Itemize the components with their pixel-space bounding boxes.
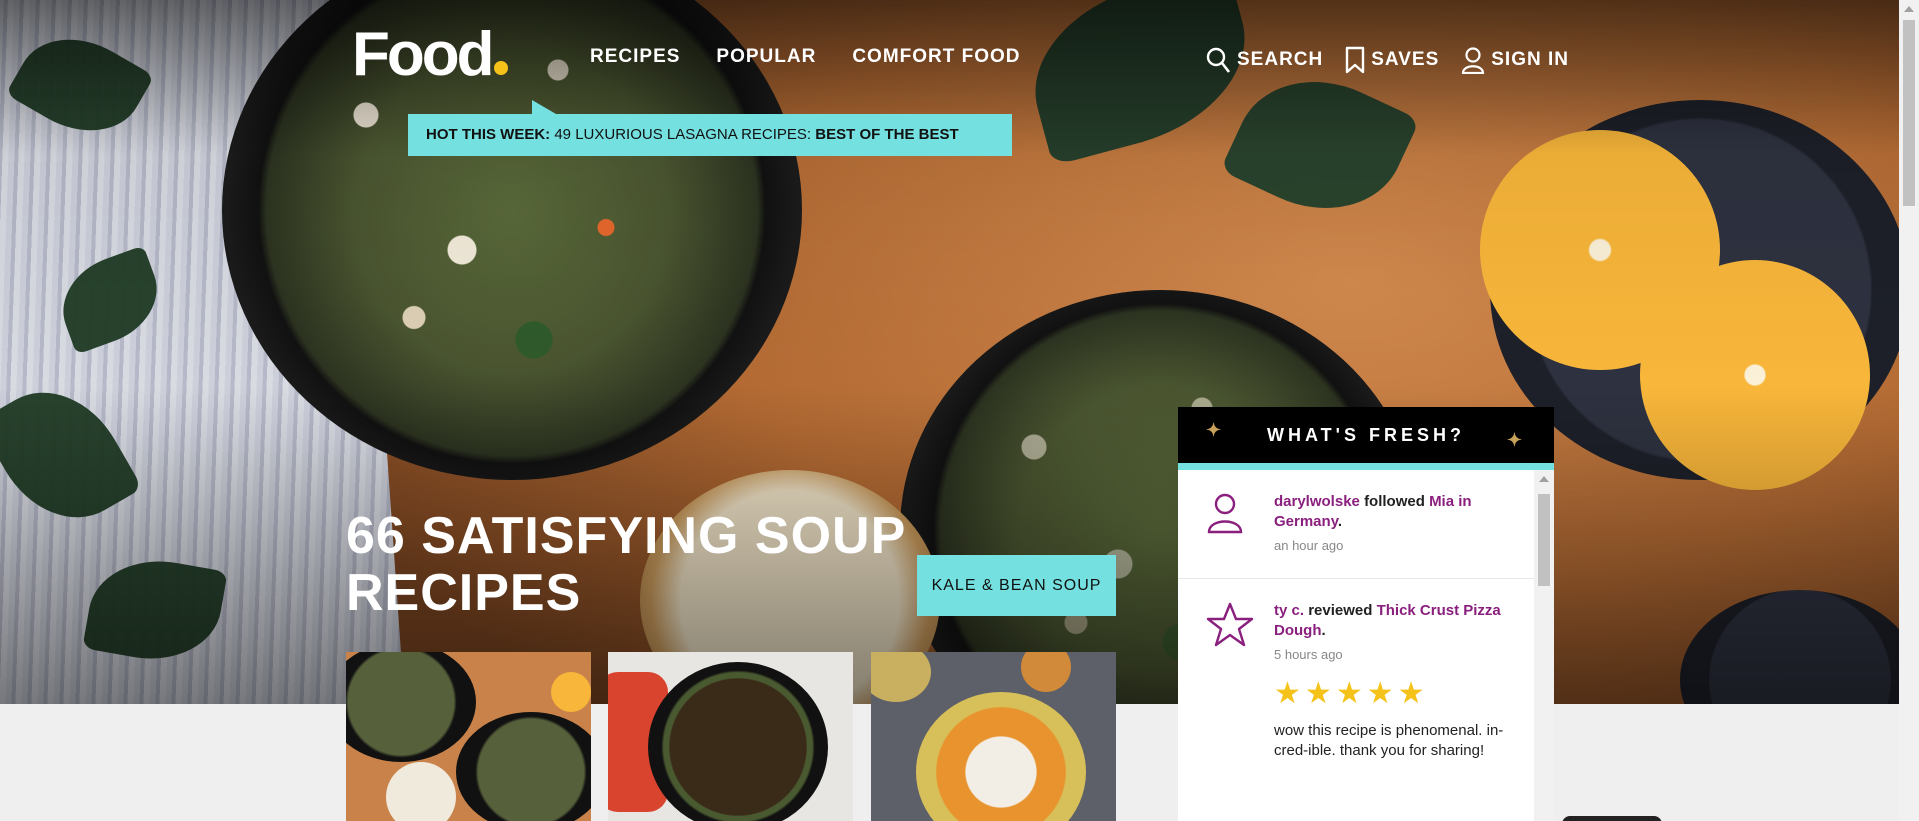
floating-widget-edge bbox=[1562, 816, 1662, 821]
main-nav: RECIPES POPULAR COMFORT FOOD bbox=[590, 46, 1021, 68]
activity-time: 5 hours ago bbox=[1274, 647, 1343, 662]
activity-feed: darylwolske followed Mia in Germany. an … bbox=[1178, 470, 1534, 821]
feed-scrollbar[interactable] bbox=[1534, 470, 1554, 821]
accent-bar bbox=[1178, 463, 1554, 470]
scroll-up-arrow-icon[interactable] bbox=[1904, 6, 1914, 12]
user-icon bbox=[1462, 47, 1485, 74]
sparkle-icon: ✦ bbox=[1506, 430, 1526, 450]
saves-button[interactable]: SAVES bbox=[1345, 46, 1439, 74]
activity-username[interactable]: ty c. bbox=[1274, 602, 1304, 619]
food-logo[interactable]: Food bbox=[352, 20, 508, 90]
activity-time: an hour ago bbox=[1274, 538, 1344, 553]
scroll-thumb[interactable] bbox=[1538, 494, 1550, 586]
hero-headline[interactable]: 66 SATISFYING SOUP RECIPES bbox=[346, 508, 906, 622]
nav-popular[interactable]: POPULAR bbox=[716, 46, 816, 68]
sparkle-icon: ✦ bbox=[1206, 420, 1226, 440]
star-icon: ★ bbox=[1335, 677, 1363, 710]
recipe-thumbnail[interactable] bbox=[608, 652, 853, 821]
star-icon: ★ bbox=[1304, 677, 1332, 710]
activity-item: darylwolske followed Mia in Germany. an … bbox=[1178, 470, 1534, 579]
star-icon: ★ bbox=[1397, 677, 1425, 710]
kale-bean-soup-button[interactable]: KALE & BEAN SOUP bbox=[917, 555, 1116, 616]
star-icon: ★ bbox=[1366, 677, 1394, 710]
search-label: SEARCH bbox=[1237, 49, 1324, 70]
activity-username[interactable]: darylwolske bbox=[1274, 493, 1360, 510]
user-nav: SEARCH SAVES SIGN IN bbox=[1205, 46, 1569, 74]
hot-label: HOT THIS WEEK: bbox=[426, 126, 551, 143]
hot-title: 49 LUXURIOUS LASAGNA RECIPES: bbox=[554, 126, 812, 143]
activity-item: ty c. reviewed Thick Crust Pizza Dough. … bbox=[1178, 579, 1534, 783]
activity-action: followed bbox=[1364, 493, 1425, 510]
bookmark-icon bbox=[1346, 46, 1365, 74]
activity-action: reviewed bbox=[1308, 602, 1373, 619]
hot-this-week-banner[interactable]: HOT THIS WEEK: 49 LUXURIOUS LASAGNA RECI… bbox=[408, 100, 1012, 156]
sign-in-button[interactable]: SIGN IN bbox=[1461, 46, 1569, 74]
logo-text: Food bbox=[352, 20, 494, 89]
star-icon: ★ bbox=[1274, 677, 1301, 710]
search-icon bbox=[1206, 47, 1231, 73]
star-outline-icon bbox=[1206, 602, 1254, 647]
review-text: wow this recipe is phenomenal. in-cred-i… bbox=[1274, 722, 1504, 759]
scroll-up-arrow-icon[interactable] bbox=[1539, 476, 1549, 482]
whats-fresh-panel: ✦ WHAT'S FRESH? ✦ darylwolske followed M… bbox=[1178, 407, 1554, 821]
whats-fresh-title: WHAT'S FRESH? bbox=[1267, 425, 1465, 445]
nav-recipes[interactable]: RECIPES bbox=[590, 46, 680, 68]
user-icon bbox=[1207, 493, 1243, 534]
search-button[interactable]: SEARCH bbox=[1205, 46, 1323, 74]
rating-stars: ★ ★ ★ ★ ★ bbox=[1274, 679, 1514, 709]
recipe-thumbnail[interactable] bbox=[871, 652, 1116, 821]
scroll-thumb[interactable] bbox=[1903, 20, 1915, 206]
sign-in-label: SIGN IN bbox=[1491, 49, 1569, 70]
recipe-thumbnail[interactable] bbox=[346, 652, 591, 821]
hot-emphasis: BEST OF THE BEST bbox=[815, 126, 959, 143]
saves-label: SAVES bbox=[1371, 49, 1440, 70]
nav-comfort-food[interactable]: COMFORT FOOD bbox=[852, 46, 1020, 68]
page-scrollbar[interactable] bbox=[1899, 0, 1919, 821]
logo-dot bbox=[493, 61, 508, 75]
whats-fresh-header: ✦ WHAT'S FRESH? ✦ bbox=[1178, 407, 1554, 463]
